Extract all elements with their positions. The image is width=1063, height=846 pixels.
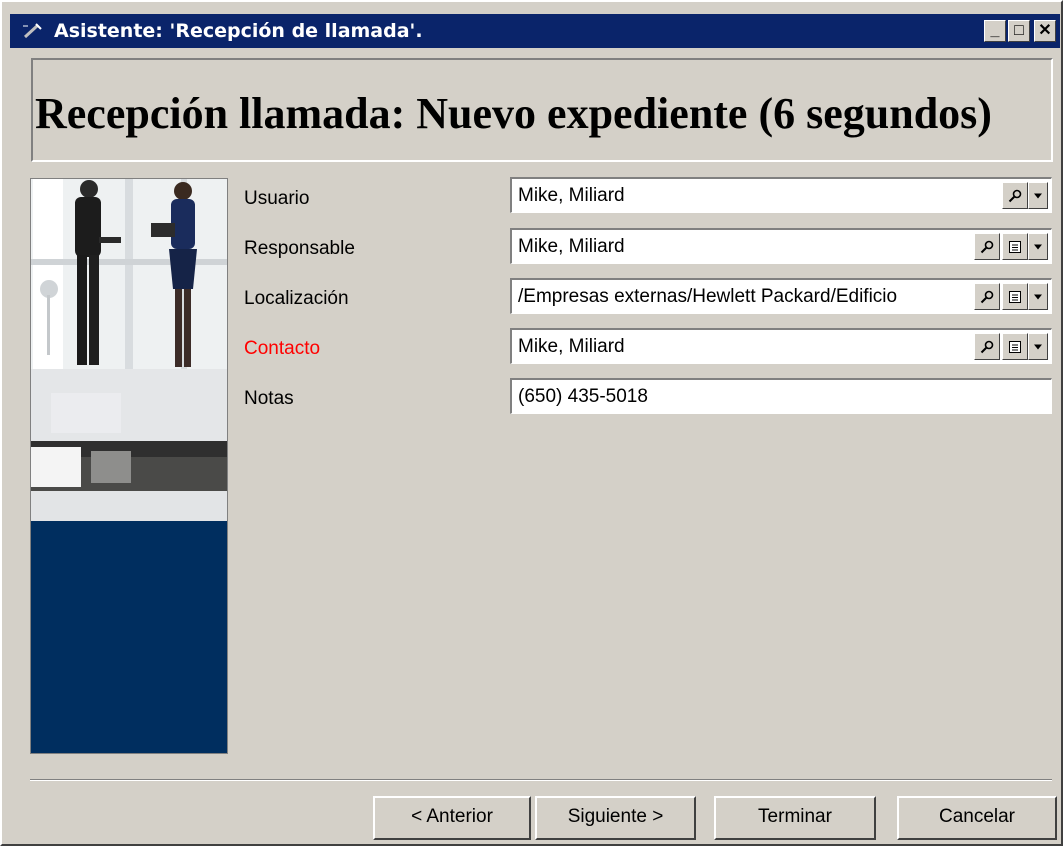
window-title: Asistente: 'Recepción de llamada'. (54, 20, 423, 42)
usuario-value[interactable]: Mike, Miliard (518, 185, 998, 207)
close-icon: ✕ (1038, 22, 1052, 39)
form-detail-icon (1009, 290, 1021, 303)
contacto-dropdown-button[interactable] (1028, 333, 1048, 360)
finish-button[interactable]: Terminar (714, 796, 876, 840)
next-button[interactable]: Siguiente > (535, 796, 696, 840)
minimize-button[interactable]: _ (984, 20, 1006, 42)
magnifier-icon (1008, 189, 1022, 202)
usuario-label: Usuario (244, 188, 310, 209)
responsable-value[interactable]: Mike, Miliard (518, 236, 968, 258)
previous-button[interactable]: < Anterior (373, 796, 531, 840)
office-people-image (31, 179, 227, 753)
magnifier-icon (980, 240, 994, 253)
magnifier-icon (980, 340, 994, 353)
usuario-dropdown-button[interactable] (1028, 182, 1048, 209)
page-title: Recepción llamada: Nuevo expediente (6 s… (35, 89, 992, 138)
localizacion-search-button[interactable] (974, 283, 1000, 310)
chevron-down-icon (1034, 294, 1042, 299)
wand-icon (23, 23, 42, 39)
contacto-detail-button[interactable] (1002, 333, 1028, 360)
responsable-label: Responsable (244, 238, 355, 259)
form-detail-icon (1009, 340, 1021, 353)
header-panel: Recepción llamada: Nuevo expediente (6 s… (31, 58, 1053, 162)
chevron-down-icon (1034, 244, 1042, 249)
notas-field[interactable]: (650) 435-5018 (510, 378, 1052, 414)
chevron-down-icon (1034, 193, 1042, 198)
title-bar[interactable]: Asistente: 'Recepción de llamada'. _ □ ✕ (10, 14, 1060, 48)
contacto-label: Contacto (244, 338, 321, 359)
side-illustration (30, 178, 228, 754)
localizacion-field[interactable]: /Empresas externas/Hewlett Packard/Edifi… (510, 278, 1052, 314)
notas-value[interactable]: (650) 435-5018 (518, 386, 1038, 408)
maximize-icon: □ (1014, 22, 1024, 39)
contacto-value[interactable]: Mike, Miliard (518, 336, 968, 358)
responsable-detail-button[interactable] (1002, 233, 1028, 260)
chevron-down-icon (1034, 344, 1042, 349)
form-detail-icon (1009, 240, 1021, 253)
cancel-button[interactable]: Cancelar (897, 796, 1057, 840)
localizacion-dropdown-button[interactable] (1028, 283, 1048, 310)
maximize-button[interactable]: □ (1008, 20, 1030, 42)
contacto-search-button[interactable] (974, 333, 1000, 360)
wizard-window: Asistente: 'Recepción de llamada'. _ □ ✕… (0, 0, 1063, 846)
magnifier-icon (980, 290, 994, 303)
minimize-icon: _ (990, 22, 1000, 39)
usuario-field[interactable]: Mike, Miliard (510, 177, 1052, 213)
responsable-dropdown-button[interactable] (1028, 233, 1048, 260)
footer-separator (30, 779, 1052, 781)
notas-label: Notas (244, 388, 294, 409)
contacto-field[interactable]: Mike, Miliard (510, 328, 1052, 364)
responsable-search-button[interactable] (974, 233, 1000, 260)
localizacion-detail-button[interactable] (1002, 283, 1028, 310)
usuario-search-button[interactable] (1002, 182, 1028, 209)
localizacion-value[interactable]: /Empresas externas/Hewlett Packard/Edifi… (518, 286, 968, 308)
localizacion-label: Localización (244, 288, 349, 309)
close-button[interactable]: ✕ (1034, 20, 1056, 42)
responsable-field[interactable]: Mike, Miliard (510, 228, 1052, 264)
